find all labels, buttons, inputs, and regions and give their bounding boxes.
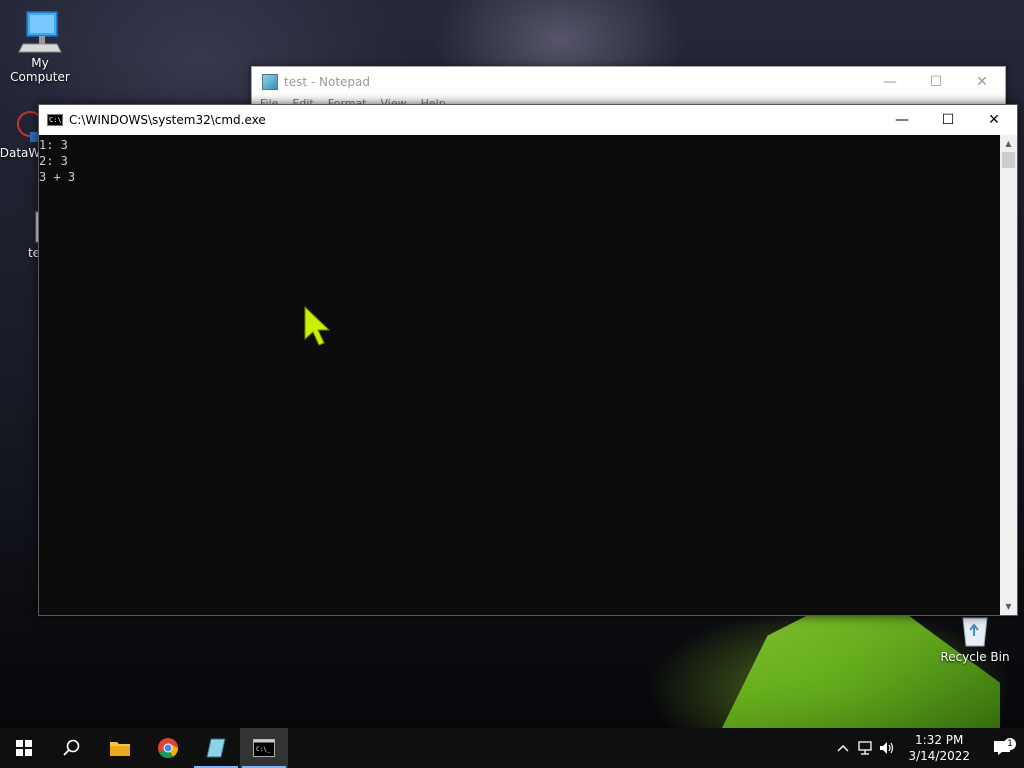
search-icon (63, 739, 80, 756)
taskbar-notepad[interactable] (192, 728, 240, 768)
minimize-button[interactable]: — (879, 105, 925, 135)
windows-logo-icon (16, 740, 32, 756)
minimize-button[interactable]: — (867, 67, 913, 97)
taskbar-chrome[interactable] (144, 728, 192, 768)
dataw-app-icon (17, 111, 40, 142)
taskbar-cmd[interactable]: C:\_ (240, 728, 288, 768)
recycle-bin-icon (962, 617, 988, 647)
notepad-title: test - Notepad (284, 75, 370, 89)
maximize-button[interactable]: ☐ (913, 67, 959, 97)
console-line: 3 + 3 (39, 170, 76, 184)
cmd-window[interactable]: C:\ C:\WINDOWS\system32\cmd.exe — ☐ ✕ 1:… (38, 104, 1018, 616)
taskbar-file-explorer[interactable] (96, 728, 144, 768)
notification-badge: 1 (1004, 738, 1016, 750)
desktop-icon-label: My Computer (10, 56, 70, 84)
cmd-title: C:\WINDOWS\system32\cmd.exe (69, 113, 266, 127)
clock-date: 3/14/2022 (908, 749, 970, 763)
volume-icon[interactable] (876, 741, 898, 755)
start-button[interactable] (0, 728, 48, 768)
notepad-icon (206, 738, 226, 758)
action-center-button[interactable]: 1 (980, 738, 1024, 756)
chevron-up-icon[interactable] (832, 744, 854, 752)
console-output[interactable]: 1: 3 2: 3 3 + 3 (39, 135, 1000, 615)
notepad-titlebar[interactable]: test - Notepad — ☐ ✕ (252, 67, 1005, 97)
close-button[interactable]: ✕ (971, 105, 1017, 135)
taskbar: C:\_ 1:32 PM 3/14/2022 1 (0, 728, 1024, 768)
desktop-icon-label: DataW (0, 146, 41, 160)
chrome-icon (158, 738, 179, 759)
network-icon[interactable] (854, 741, 876, 755)
scroll-thumb[interactable] (1002, 152, 1015, 168)
computer-icon (18, 11, 62, 53)
svg-text:C:\_: C:\_ (256, 746, 271, 753)
vertical-scrollbar[interactable]: ▲ ▼ (1000, 135, 1017, 615)
scroll-down-arrow-icon[interactable]: ▼ (1000, 598, 1017, 615)
folder-icon (110, 742, 130, 756)
console-line: 1: 3 (39, 138, 68, 152)
cmd-icon: C:\_ (253, 739, 275, 757)
system-tray: 1:32 PM 3/14/2022 1 (832, 728, 1024, 768)
desktop-icon-recycle-bin[interactable]: Recycle Bin (935, 612, 1015, 664)
cmd-titlebar[interactable]: C:\ C:\WINDOWS\system32\cmd.exe — ☐ ✕ (39, 105, 1017, 135)
desktop-icon-label: Recycle Bin (940, 650, 1010, 664)
mouse-cursor-icon (304, 305, 331, 346)
clock-time: 1:32 PM (915, 733, 964, 747)
close-button[interactable]: ✕ (959, 67, 1005, 97)
console-line: 2: 3 (39, 154, 68, 168)
cmd-icon: C:\ (47, 114, 63, 126)
scroll-up-arrow-icon[interactable]: ▲ (1000, 135, 1017, 152)
notepad-icon (262, 74, 278, 90)
maximize-button[interactable]: ☐ (925, 105, 971, 135)
desktop-icon-my-computer[interactable]: My Computer (0, 10, 80, 84)
search-button[interactable] (48, 728, 96, 768)
clock[interactable]: 1:32 PM 3/14/2022 (898, 732, 980, 764)
